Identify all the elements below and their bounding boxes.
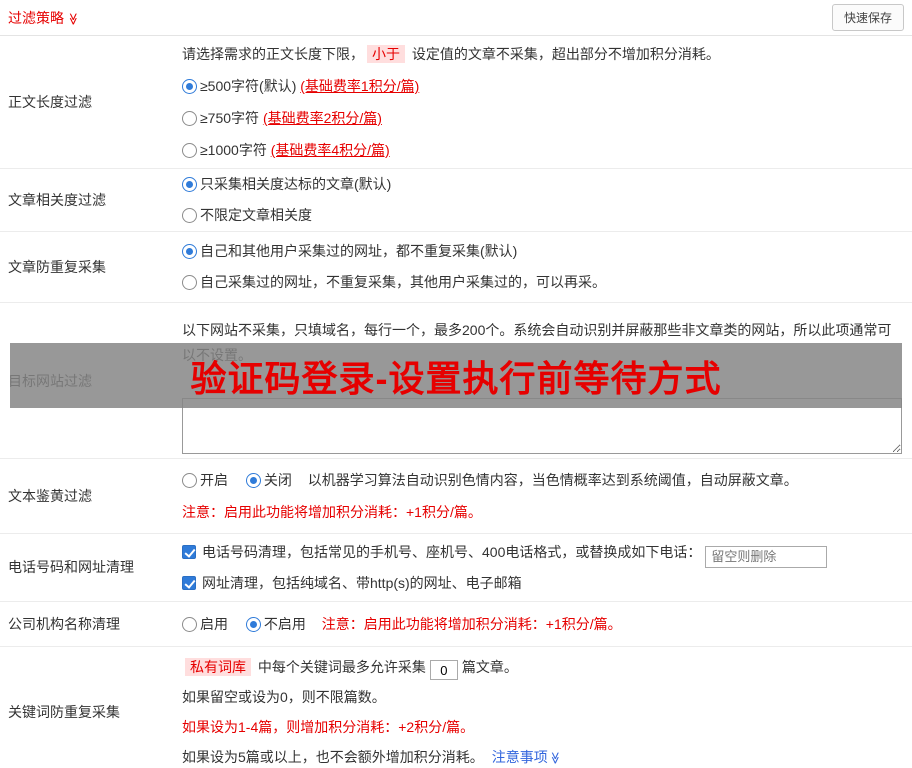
radio-porn-on-label: 开启 bbox=[200, 472, 228, 488]
notes-link[interactable]: 注意事项≫ bbox=[492, 749, 562, 765]
radio-option-750[interactable]: ≥750字符 (基础费率2积分/篇) bbox=[182, 102, 912, 134]
company-clean-options: 启用 不启用 注意：启用此功能将增加积分消耗：+1积分/篇。 bbox=[182, 608, 912, 640]
radio-option-dedup-all[interactable]: 自己和其他用户采集过的网址，都不重复采集(默认) bbox=[182, 236, 912, 267]
porn-filter-fee-note: 注意：启用此功能将增加积分消耗：+1积分/篇。 bbox=[182, 504, 482, 520]
radio-option-1000[interactable]: ≥1000字符 (基础费率4积分/篇) bbox=[182, 134, 912, 166]
desc-post: 设定值的文章不采集，超出部分不增加积分消耗。 bbox=[411, 46, 720, 62]
row-label-keyword-dedup: 关键词防重复采集 bbox=[8, 704, 120, 720]
radio-company-on-label: 启用 bbox=[200, 615, 228, 632]
body-length-content: 请选择需求的正文长度下限， 小于 设定值的文章不采集，超出部分不增加积分消耗。 ≥… bbox=[182, 36, 912, 168]
radio-750-icon[interactable] bbox=[182, 111, 197, 126]
radio-500-label: ≥500字符(默认) bbox=[200, 78, 297, 94]
radio-dedup-all-label: 自己和其他用户采集过的网址，都不重复采集(默认) bbox=[200, 243, 518, 259]
filter-strategy-page: 过滤策略 ≫ 快速保存 正文长度过滤 请选择需求的正文长度下限， 小于 设定值的文章… bbox=[0, 0, 912, 768]
url-clean-checkbox[interactable] bbox=[182, 575, 196, 590]
watermark-text: 验证码登录-设置执行前等待方式 bbox=[190, 357, 722, 399]
radio-company-on-icon[interactable] bbox=[182, 616, 197, 632]
radio-1000-icon[interactable] bbox=[182, 143, 197, 158]
radio-750-fee-note: (基础费率2积分/篇) bbox=[262, 110, 382, 126]
radio-option-porn-on[interactable]: 开启 bbox=[182, 472, 228, 488]
row-phone-url-clean: 电话号码和网址清理 电话号码清理，包括常见的手机号、座机号、400电话格式，或替… bbox=[0, 534, 912, 602]
radio-dedup-self-label: 自己采集过的网址，不重复采集，其他用户采集过的，可以再采。 bbox=[200, 274, 606, 290]
radio-option-relevance-off[interactable]: 不限定文章相关度 bbox=[182, 200, 902, 231]
url-clean-option[interactable]: 网址清理，包括纯域名、带http(s)的网址、电子邮箱 bbox=[182, 568, 912, 598]
body-length-desc: 请选择需求的正文长度下限， 小于 设定值的文章不采集，超出部分不增加积分消耗。 bbox=[182, 38, 912, 70]
keyword-dedup-line1-mid: 中每个关键词最多允许采集 bbox=[257, 658, 426, 675]
page-title[interactable]: 过滤策略 ≫ bbox=[8, 8, 80, 28]
chevron-down-icon: ≫ bbox=[66, 12, 81, 25]
row-label-phone-url-clean: 电话号码和网址清理 bbox=[8, 559, 134, 576]
radio-1000-label: ≥1000字符 bbox=[200, 142, 267, 158]
phone-clean-option[interactable]: 电话号码清理，包括常见的手机号、座机号、400电话格式，或替换成如下电话： bbox=[182, 537, 912, 568]
page-title-label: 过滤策略 bbox=[8, 9, 64, 26]
row-label-dedup: 文章防重复采集 bbox=[8, 259, 106, 275]
keyword-dedup-line4: 如果设为5篇或以上，也不会额外增加积分消耗。 注意事项≫ bbox=[182, 742, 912, 768]
row-label-relevance: 文章相关度过滤 bbox=[8, 192, 106, 208]
radio-relevance-on-icon[interactable] bbox=[182, 177, 197, 192]
keyword-dedup-fee-note: 如果设为1-4篇，则增加积分消耗：+2积分/篇。 bbox=[182, 718, 475, 735]
row-keyword-dedup: 关键词防重复采集 私有词库 中每个关键词最多允许采集 篇文章。 如果留空或设为0，… bbox=[0, 647, 912, 768]
porn-filter-options: 开启 关闭 以机器学习算法自动识别色情内容，当色情概率达到系统阈值，自动屏蔽文章… bbox=[182, 464, 912, 496]
private-lexicon-highlight: 私有词库 bbox=[185, 657, 251, 676]
radio-option-dedup-self[interactable]: 自己采集过的网址，不重复采集，其他用户采集过的，可以再采。 bbox=[182, 267, 912, 298]
radio-company-off-icon[interactable] bbox=[245, 616, 261, 632]
watermark-overlay: 验证码登录-设置执行前等待方式 bbox=[10, 343, 902, 408]
row-relevance-filter: 文章相关度过滤 只采集相关度达标的文章(默认) 不限定文章相关度 bbox=[0, 169, 912, 232]
radio-relevance-off-icon[interactable] bbox=[182, 208, 197, 223]
radio-porn-off-icon[interactable] bbox=[245, 473, 261, 488]
radio-company-off-label: 不启用 bbox=[263, 615, 306, 632]
radio-500-icon[interactable] bbox=[182, 79, 197, 94]
less-than-highlight: 小于 bbox=[367, 45, 405, 63]
row-label-porn-filter: 文本鉴黄过滤 bbox=[8, 488, 92, 504]
radio-porn-on-icon[interactable] bbox=[182, 473, 197, 488]
max-articles-input[interactable] bbox=[429, 660, 458, 680]
porn-filter-desc: 以机器学习算法自动识别色情内容，当色情概率达到系统阈值，自动屏蔽文章。 bbox=[307, 472, 798, 488]
radio-1000-fee-note: (基础费率4积分/篇) bbox=[270, 142, 390, 158]
radio-option-company-on[interactable]: 启用 bbox=[182, 616, 228, 632]
radio-dedup-all-icon[interactable] bbox=[182, 244, 197, 259]
company-clean-content: 启用 不启用 注意：启用此功能将增加积分消耗：+1积分/篇。 bbox=[182, 602, 912, 646]
company-clean-fee-note: 注意：启用此功能将增加积分消耗：+1积分/篇。 bbox=[321, 615, 622, 632]
phone-clean-checkbox[interactable] bbox=[182, 545, 196, 559]
radio-relevance-on-label: 只采集相关度达标的文章(默认) bbox=[200, 176, 392, 192]
quick-save-button[interactable]: 快速保存 bbox=[831, 4, 904, 31]
radio-option-company-off[interactable]: 不启用 bbox=[245, 615, 306, 632]
desc-pre: 请选择需求的正文长度下限， bbox=[182, 46, 364, 62]
radio-porn-off-label: 关闭 bbox=[263, 472, 292, 488]
row-dedup-filter: 文章防重复采集 自己和其他用户采集过的网址，都不重复采集(默认) 自己采集过的网… bbox=[0, 232, 912, 303]
phone-clean-label: 电话号码清理，包括常见的手机号、座机号、400电话格式，或替换成如下电话： bbox=[202, 544, 702, 560]
radio-relevance-off-label: 不限定文章相关度 bbox=[200, 207, 312, 223]
link-chevron-down-icon: ≫ bbox=[548, 751, 563, 764]
keyword-dedup-content: 私有词库 中每个关键词最多允许采集 篇文章。 如果留空或设为0，则不限篇数。 如果… bbox=[182, 647, 912, 768]
phone-url-clean-content: 电话号码清理，包括常见的手机号、座机号、400电话格式，或替换成如下电话： 网址… bbox=[182, 534, 912, 601]
relevance-content: 只采集相关度达标的文章(默认) 不限定文章相关度 bbox=[182, 169, 912, 231]
porn-filter-content: 开启 关闭 以机器学习算法自动识别色情内容，当色情概率达到系统阈值，自动屏蔽文章… bbox=[182, 459, 912, 533]
row-body-length-filter: 正文长度过滤 请选择需求的正文长度下限， 小于 设定值的文章不采集，超出部分不增加… bbox=[0, 36, 912, 169]
keyword-dedup-line4-text: 如果设为5篇或以上，也不会额外增加积分消耗。 bbox=[182, 748, 484, 765]
keyword-dedup-line1: 私有词库 中每个关键词最多允许采集 篇文章。 bbox=[182, 652, 912, 682]
row-company-clean: 公司机构名称清理 启用 不启用 注意：启用此功能将增加积分消耗：+1积分/篇。 bbox=[0, 602, 912, 647]
row-label-company-clean: 公司机构名称清理 bbox=[8, 615, 120, 632]
keyword-dedup-line2: 如果留空或设为0，则不限篇数。 bbox=[182, 688, 386, 705]
radio-dedup-self-icon[interactable] bbox=[182, 275, 197, 290]
radio-option-porn-off[interactable]: 关闭 bbox=[245, 472, 292, 488]
row-label-body-length: 正文长度过滤 bbox=[8, 94, 92, 110]
url-clean-label: 网址清理，包括纯域名、带http(s)的网址、电子邮箱 bbox=[202, 574, 522, 591]
row-porn-filter: 文本鉴黄过滤 开启 关闭 以机器学习算法自动识别色情内容，当色情概率达到系统阈值… bbox=[0, 459, 912, 534]
radio-500-fee-note: (基础费率1积分/篇) bbox=[300, 78, 420, 94]
replacement-phone-input[interactable] bbox=[705, 545, 828, 568]
dedup-content: 自己和其他用户采集过的网址，都不重复采集(默认) 自己采集过的网址，不重复采集，… bbox=[182, 232, 912, 302]
radio-option-relevance-on[interactable]: 只采集相关度达标的文章(默认) bbox=[182, 169, 902, 200]
keyword-dedup-line1-end: 篇文章。 bbox=[461, 658, 518, 675]
page-header: 过滤策略 ≫ 快速保存 bbox=[0, 0, 912, 36]
radio-750-label: ≥750字符 bbox=[200, 110, 260, 126]
radio-option-500[interactable]: ≥500字符(默认) (基础费率1积分/篇) bbox=[182, 70, 912, 102]
